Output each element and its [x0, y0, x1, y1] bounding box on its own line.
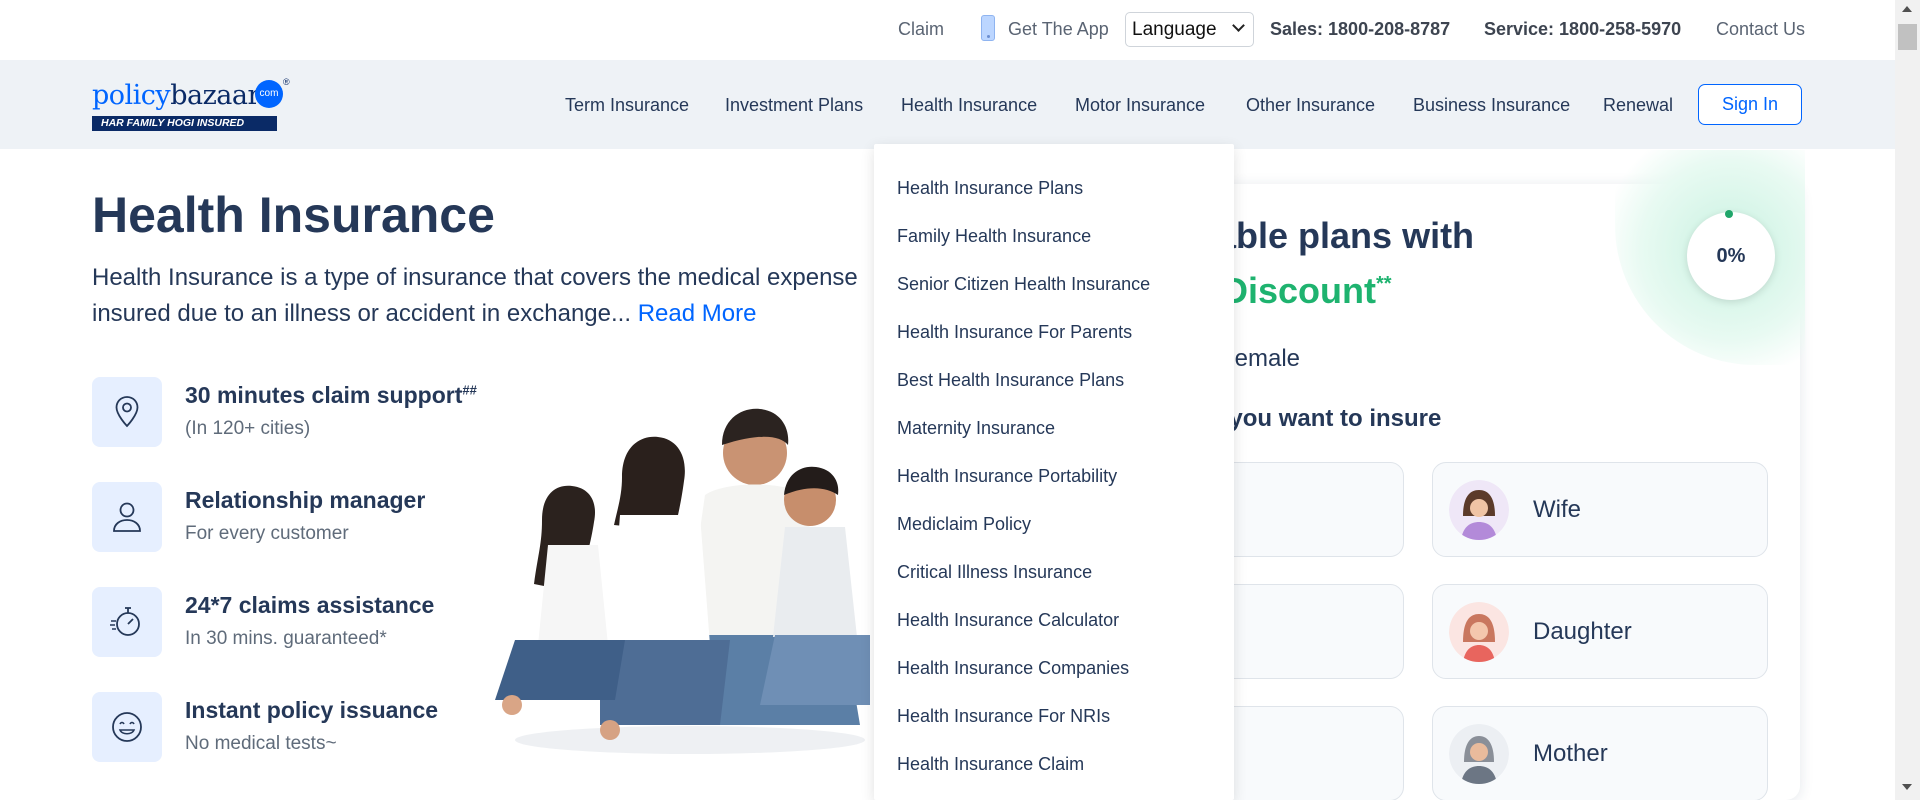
progress-indicator: 0% — [1687, 212, 1775, 300]
feature-title: 30 minutes claim support## — [185, 382, 477, 408]
family-photo — [495, 408, 870, 754]
member-card-mother[interactable]: Mother — [1432, 706, 1768, 800]
dropdown-item-parents[interactable]: Health Insurance For Parents — [897, 322, 1132, 343]
dropdown-item-senior-citizen[interactable]: Senior Citizen Health Insurance — [897, 274, 1150, 295]
member-label: Mother — [1533, 740, 1608, 767]
feature-title: Relationship manager — [185, 487, 426, 513]
dropdown-item-companies[interactable]: Health Insurance Companies — [897, 658, 1129, 679]
sales-phone[interactable]: Sales: 1800-208-8787 — [1270, 19, 1450, 40]
logo-word-policy: policy — [92, 80, 171, 111]
feature-subtitle: (In 120+ cities) — [185, 418, 311, 439]
dropdown-item-portability[interactable]: Health Insurance Portability — [897, 466, 1117, 487]
smiley-icon — [92, 692, 162, 762]
member-card-daughter[interactable]: Daughter — [1432, 584, 1768, 679]
scrollbar-thumb[interactable] — [1898, 24, 1917, 50]
feature-title: 24*7 claims assistance — [185, 592, 435, 618]
read-more-link[interactable]: Read More — [638, 300, 757, 327]
dropdown-item-health-insurance-plans[interactable]: Health Insurance Plans — [897, 178, 1083, 199]
dropdown-item-family-health-insurance[interactable]: Family Health Insurance — [897, 226, 1091, 247]
dropdown-item-mediclaim[interactable]: Mediclaim Policy — [897, 514, 1031, 535]
mother-avatar-icon — [1449, 724, 1509, 784]
nav-health-insurance[interactable]: Health Insurance — [901, 95, 1037, 116]
policybazaar-logo[interactable]: policybazaar com ® HAR FAMILY HOGI INSUR… — [92, 77, 292, 132]
nav-term-insurance[interactable]: Term Insurance — [565, 95, 689, 116]
description-line-1: Health Insurance is a type of insurance … — [92, 264, 858, 291]
dropdown-item-claim[interactable]: Health Insurance Claim — [897, 754, 1084, 775]
dropdown-item-calculator[interactable]: Health Insurance Calculator — [897, 610, 1119, 631]
claim-link[interactable]: Claim — [898, 19, 944, 40]
dropdown-item-critical-illness[interactable]: Critical Illness Insurance — [897, 562, 1092, 583]
wife-avatar-icon — [1449, 480, 1509, 540]
location-pin-icon — [92, 377, 162, 447]
member-label: Wife — [1533, 496, 1581, 523]
logo-registered-mark: ® — [283, 77, 290, 87]
nav-investment-plans[interactable]: Investment Plans — [725, 95, 863, 116]
progress-dot — [1725, 210, 1733, 218]
card-question: rs you want to insure — [1200, 405, 1442, 432]
member-label: Daughter — [1533, 618, 1632, 645]
dropdown-item-maternity[interactable]: Maternity Insurance — [897, 418, 1055, 439]
page-title: Health Insurance — [92, 187, 495, 243]
person-icon — [92, 482, 162, 552]
feature-subtitle: No medical tests~ — [185, 733, 337, 754]
page-scrollbar[interactable] — [1895, 0, 1920, 800]
feature-subtitle: For every customer — [185, 523, 349, 544]
stopwatch-icon — [92, 587, 162, 657]
scroll-down-icon[interactable] — [1902, 784, 1912, 790]
daughter-avatar-icon — [1449, 602, 1509, 662]
get-app-link[interactable]: Get The App — [1008, 19, 1109, 40]
feature-subtitle: In 30 mins. guaranteed* — [185, 628, 387, 649]
language-select-value: Language — [1132, 19, 1217, 40]
service-phone[interactable]: Service: 1800-258-5970 — [1484, 19, 1681, 40]
phone-icon — [981, 15, 995, 41]
sign-in-button[interactable]: Sign In — [1698, 84, 1802, 125]
language-select[interactable]: Language — [1125, 12, 1254, 47]
health-insurance-dropdown: Health Insurance Plans Family Health Ins… — [874, 144, 1234, 800]
nav-other-insurance[interactable]: Other Insurance — [1246, 95, 1375, 116]
scroll-up-icon[interactable] — [1902, 6, 1912, 12]
top-utility-bar: Claim Get The App Language Sales: 1800-2… — [0, 0, 1895, 60]
nav-business-insurance[interactable]: Business Insurance — [1413, 95, 1570, 116]
chevron-down-icon — [1232, 19, 1245, 32]
member-card-wife[interactable]: Wife — [1432, 462, 1768, 557]
nav-motor-insurance[interactable]: Motor Insurance — [1075, 95, 1205, 116]
dropdown-item-best-plans[interactable]: Best Health Insurance Plans — [897, 370, 1124, 391]
page-description: Health Insurance is a type of insurance … — [92, 260, 882, 332]
feature-title: Instant policy issuance — [185, 697, 439, 723]
logo-tagline: HAR FAMILY HOGI INSURED — [92, 116, 277, 131]
logo-dot-com: com — [255, 80, 283, 108]
description-line-2: insured due to an illness or accident in… — [92, 300, 632, 327]
dropdown-item-nris[interactable]: Health Insurance For NRIs — [897, 706, 1110, 727]
logo-word-bazaar: bazaar — [170, 80, 260, 111]
contact-us-link[interactable]: Contact Us — [1716, 19, 1805, 40]
nav-renewal[interactable]: Renewal — [1603, 95, 1673, 116]
